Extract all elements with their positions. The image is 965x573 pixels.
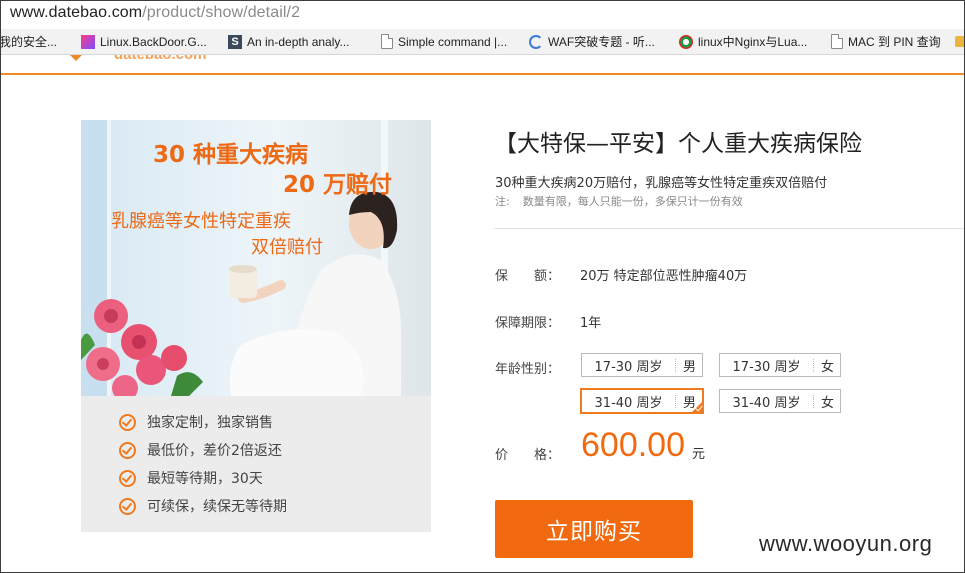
bookmark-item[interactable]: Linux.BackDoor.G...	[81, 32, 207, 51]
price-label: 价 格：	[495, 448, 561, 463]
product-note: 注: 数量有限，每人只能一份，多保只计一份有效	[495, 193, 743, 209]
price-unit: 元	[692, 447, 706, 462]
bookmark-item[interactable]: MAC 到 PIN 查询	[831, 32, 941, 51]
age-gender-label: 年龄性别：	[495, 362, 561, 377]
check-circle-icon	[119, 469, 136, 487]
check-circle-icon	[119, 413, 136, 431]
check-circle-icon	[119, 497, 136, 515]
s-logo-icon: S	[228, 34, 242, 49]
bookmark-label: Simple command |...	[398, 34, 508, 49]
bookmark-label: linux中Nginx与Lua...	[698, 35, 808, 49]
feature-text: 最短等待期，30天	[147, 471, 263, 487]
option-age: 31-40 周岁	[594, 395, 663, 411]
multicolor-square-icon	[81, 34, 95, 49]
product-title: 【大特保—平安】个人重大疾病保险	[494, 131, 862, 157]
product-image: 30 种重大疾病 20 万赔付 乳腺癌等女性特定重疾 双倍赔付	[81, 120, 431, 396]
note-label: 注:	[495, 195, 510, 208]
bookmark-label: MAC 到 PIN 查询	[848, 35, 941, 49]
bookmark-label: WAF突破专题 - 听...	[548, 35, 655, 49]
coverage-label: 保 额：	[495, 269, 561, 284]
bookmark-item[interactable]: linux中Nginx与Lua...	[679, 32, 807, 51]
page-icon	[381, 34, 393, 49]
image-caption-2: 双倍赔付	[251, 237, 323, 258]
option-gender: 女	[820, 359, 834, 375]
coverage-value: 20万 特定部位恶性肿瘤40万	[580, 269, 748, 284]
option-17-30-female[interactable]: 17-30 周岁 女	[719, 353, 841, 377]
page-icon	[831, 34, 843, 49]
option-31-40-female[interactable]: 31-40 周岁 女	[719, 389, 841, 413]
product-subtitle: 30种重大疾病20万赔付，乳腺癌等女性特定重疾双倍赔付	[495, 176, 828, 191]
feature-list: 独家定制，独家销售 最低价，差价2倍返还 最短等待期，30天 可续保，续保无等待…	[81, 396, 431, 532]
folder-icon	[955, 36, 964, 47]
watermark: www.wooyun.org	[759, 531, 933, 556]
price-value: 600.00	[581, 426, 685, 464]
nav-caret-icon	[70, 55, 82, 61]
image-caption: 乳腺癌等女性特定重疾	[111, 211, 291, 232]
option-age: 17-30 周岁	[732, 359, 801, 375]
site-header: datebao.com	[1, 55, 964, 75]
option-31-40-male[interactable]: 31-40 周岁男	[580, 388, 704, 414]
bookmark-label: An in-depth analy...	[247, 34, 350, 49]
address-bar[interactable]: www.datebao.com/product/show/detail/2	[1, 1, 964, 29]
feature-item: 可续保，续保无等待期	[119, 495, 287, 517]
bookmark-item[interactable]: S An in-depth analy...	[228, 32, 350, 51]
site-logo[interactable]: datebao.com	[114, 55, 207, 63]
image-headline: 30 种重大疾病	[153, 141, 308, 168]
feature-text: 可续保，续保无等待期	[147, 499, 287, 515]
option-age: 31-40 周岁	[732, 395, 801, 411]
period-value: 1年	[580, 316, 602, 331]
period-label: 保障期限：	[495, 316, 561, 331]
bookmark-item[interactable]: WAF突破专题 - 听...	[529, 32, 655, 51]
url-host: www.datebao.com	[10, 4, 143, 21]
url-path: /product/show/detail/2	[142, 4, 301, 21]
feature-item: 独家定制，独家销售	[119, 411, 273, 433]
divider	[494, 228, 964, 229]
feature-text: 独家定制，独家销售	[147, 415, 273, 431]
buy-now-button[interactable]: 立即购买	[495, 500, 693, 558]
check-circle-icon	[119, 441, 136, 459]
bookmark-item[interactable]: 我的安全...	[1, 32, 57, 51]
url-text[interactable]: www.datebao.com/product/show/detail/2	[10, 4, 300, 22]
note-text: 数量有限，每人只能一份，多保只计一份有效	[522, 195, 743, 208]
bookmark-label: Linux.BackDoor.G...	[100, 34, 207, 49]
option-gender: 女	[820, 395, 834, 411]
refresh-icon	[529, 34, 543, 49]
feature-item: 最低价，差价2倍返还	[119, 439, 282, 461]
image-headline-2: 20 万赔付	[283, 172, 392, 198]
feature-text: 最低价，差价2倍返还	[147, 443, 282, 459]
bookmark-item[interactable]: Simple command |...	[381, 32, 507, 51]
ring-logo-icon	[679, 34, 693, 49]
option-age: 17-30 周岁	[594, 359, 663, 375]
option-gender: 男	[682, 359, 696, 375]
option-17-30-male[interactable]: 17-30 周岁 男	[581, 353, 703, 377]
bookmark-folder[interactable]	[955, 32, 964, 51]
feature-item: 最短等待期，30天	[119, 467, 263, 489]
bookmarks-bar: 我的安全... Linux.BackDoor.G... S An in-depth…	[1, 29, 964, 55]
bookmark-label: 我的安全...	[1, 35, 58, 49]
